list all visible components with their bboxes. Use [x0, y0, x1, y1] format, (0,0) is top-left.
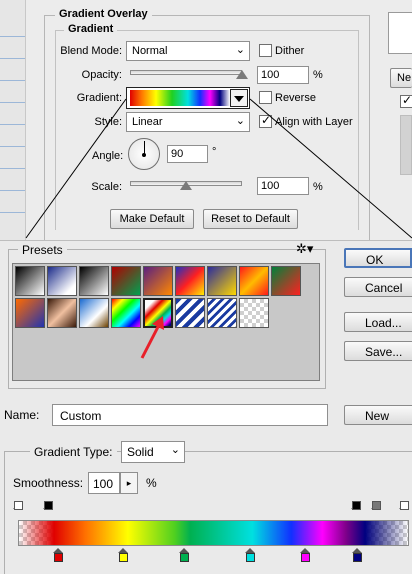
- chevron-down-icon: ⌄: [235, 115, 245, 127]
- chevron-down-icon: ⌄: [235, 44, 245, 56]
- blend-mode-label: Blend Mode:: [60, 45, 122, 57]
- dither-checkbox[interactable]: [259, 44, 272, 57]
- gradient-overlay-title: Gradient Overlay: [55, 8, 152, 20]
- preset-swatch[interactable]: [239, 298, 269, 328]
- opacity-stop[interactable]: [399, 501, 410, 520]
- angle-label: Angle:: [92, 150, 124, 162]
- preview-box: [388, 12, 412, 54]
- blend-mode-value: Normal: [132, 45, 168, 57]
- gradient-picker[interactable]: [126, 87, 250, 109]
- gradient-ramp-fill: [19, 521, 408, 545]
- preset-swatch[interactable]: [111, 266, 141, 296]
- angle-input[interactable]: 90: [167, 145, 208, 163]
- style-label: Style:: [94, 116, 122, 128]
- preset-swatch[interactable]: [111, 298, 141, 328]
- gradient-subtitle: Gradient: [64, 23, 118, 35]
- smoothness-stepper[interactable]: ▸: [120, 472, 138, 494]
- style-select[interactable]: Linear ⌄: [126, 112, 250, 132]
- preset-swatch[interactable]: [175, 298, 205, 328]
- gradient-dropdown-button[interactable]: [230, 89, 248, 107]
- presets-label: Presets: [18, 243, 67, 257]
- align-with-layer-label: Align with Layer: [275, 116, 353, 128]
- chevron-down-icon: ⌄: [170, 444, 180, 456]
- ok-button[interactable]: OK: [344, 248, 412, 268]
- blend-mode-select[interactable]: Normal ⌄: [126, 41, 250, 61]
- reset-to-default-button[interactable]: Reset to Default: [203, 209, 298, 229]
- opacity-unit: %: [313, 69, 323, 81]
- color-stop-red[interactable]: [53, 548, 64, 564]
- scale-label: Scale:: [91, 181, 122, 193]
- gradient-preview[interactable]: [130, 90, 230, 106]
- gradient-type-value: Solid: [127, 445, 154, 459]
- cancel-button[interactable]: Cancel: [344, 277, 412, 297]
- preset-swatch[interactable]: [47, 298, 77, 328]
- preset-swatch-selected[interactable]: [143, 298, 173, 328]
- angle-unit: °: [212, 146, 217, 158]
- gradient-ramp[interactable]: [18, 520, 409, 546]
- align-with-layer-checkbox[interactable]: [259, 113, 272, 128]
- name-label: Name:: [4, 408, 40, 422]
- smoothness-input[interactable]: 100: [88, 472, 120, 494]
- scale-input[interactable]: 100: [257, 177, 309, 195]
- preset-swatch[interactable]: [271, 266, 301, 296]
- preset-swatch[interactable]: [239, 266, 269, 296]
- opacity-stop[interactable]: [13, 501, 24, 520]
- preset-swatch-grid[interactable]: [12, 263, 320, 381]
- opacity-input[interactable]: 100: [257, 66, 309, 84]
- load-button[interactable]: Load...: [344, 312, 412, 332]
- preset-swatch[interactable]: [47, 266, 77, 296]
- opacity-slider-thumb[interactable]: [236, 70, 248, 79]
- opacity-label: Opacity:: [81, 69, 122, 81]
- preset-swatch[interactable]: [79, 298, 109, 328]
- preset-swatch[interactable]: [207, 266, 237, 296]
- smoothness-label: Smoothness:: [13, 476, 84, 490]
- opacity-stop[interactable]: [371, 501, 382, 520]
- preset-swatch[interactable]: [15, 298, 45, 328]
- name-input[interactable]: Custom: [52, 404, 328, 426]
- scale-unit: %: [313, 181, 323, 193]
- new-button[interactable]: New: [344, 405, 412, 425]
- save-button[interactable]: Save...: [344, 341, 412, 361]
- reverse-label: Reverse: [275, 92, 316, 104]
- preset-swatch[interactable]: [207, 298, 237, 328]
- style-preview-swatch: [400, 115, 412, 175]
- preset-swatch[interactable]: [79, 266, 109, 296]
- preview-checkbox[interactable]: [400, 93, 412, 108]
- reverse-checkbox[interactable]: [259, 91, 272, 104]
- opacity-slider-track[interactable]: [130, 70, 242, 75]
- color-stop-cyan[interactable]: [245, 548, 256, 564]
- gradient-type-select[interactable]: Solid ⌄: [121, 441, 185, 463]
- opacity-stop[interactable]: [351, 501, 362, 520]
- color-stop-green[interactable]: [179, 548, 190, 564]
- preset-swatch[interactable]: [15, 266, 45, 296]
- smoothness-unit: %: [146, 476, 157, 490]
- scale-slider-thumb[interactable]: [180, 181, 192, 190]
- styles-list-edge[interactable]: [0, 0, 26, 240]
- opacity-stop[interactable]: [43, 501, 54, 520]
- color-stop-yellow[interactable]: [118, 548, 129, 564]
- new-style-button[interactable]: Ne: [390, 68, 412, 88]
- gear-icon[interactable]: ✲▾: [296, 241, 313, 257]
- make-default-button[interactable]: Make Default: [110, 209, 194, 229]
- gradient-type-label: Gradient Type:: [30, 445, 117, 459]
- gradient-label: Gradient:: [76, 92, 122, 104]
- color-stop-navy[interactable]: [352, 548, 363, 564]
- color-stop-magenta[interactable]: [300, 548, 311, 564]
- preset-swatch[interactable]: [175, 266, 205, 296]
- style-value: Linear: [132, 116, 163, 128]
- dither-label: Dither: [275, 45, 305, 57]
- preset-swatch[interactable]: [143, 266, 173, 296]
- triangle-down-icon: [234, 96, 244, 102]
- angle-dial[interactable]: [128, 138, 160, 170]
